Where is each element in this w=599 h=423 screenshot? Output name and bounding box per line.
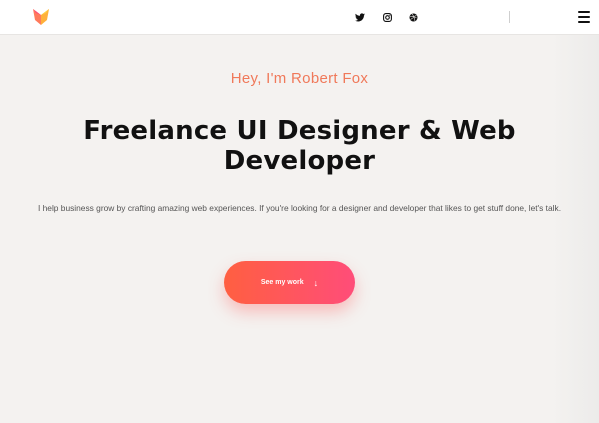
header-divider	[509, 11, 510, 23]
cta-label: See my work	[260, 279, 304, 286]
see-my-work-button[interactable]: See my work ↓	[224, 261, 355, 304]
hamburger-menu-icon[interactable]	[578, 11, 590, 23]
hero-headline: Freelance UI Designer & Web Developer	[83, 116, 516, 176]
menu-bar	[578, 21, 590, 23]
top-navigation-bar	[0, 0, 599, 35]
hero-subtext: I help business grow by crafting amazing…	[37, 203, 562, 213]
instagram-icon[interactable]	[380, 10, 394, 24]
arrow-down-icon: ↓	[313, 277, 319, 288]
dribbble-icon[interactable]	[406, 10, 420, 24]
page: Hey, I'm Robert Fox Freelance UI Designe…	[0, 0, 599, 423]
hero-greeting: Hey, I'm Robert Fox	[230, 70, 369, 87]
twitter-icon[interactable]	[353, 10, 367, 24]
menu-bar	[578, 16, 590, 18]
menu-bar	[578, 11, 590, 13]
fox-logo-icon[interactable]	[33, 8, 49, 26]
